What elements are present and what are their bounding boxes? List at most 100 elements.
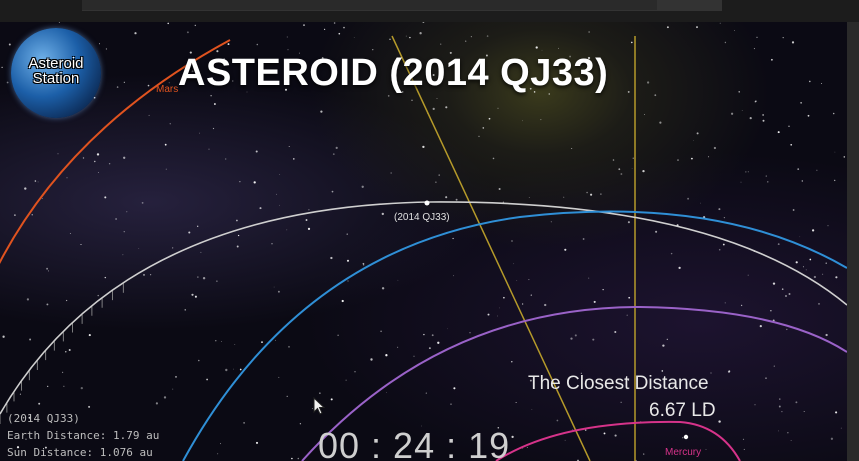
- star: [802, 266, 804, 268]
- star: [643, 453, 645, 455]
- guide-line-diagonal: [391, 35, 591, 461]
- scrollbar[interactable]: [847, 22, 859, 461]
- browser-top-bar: [0, 0, 859, 22]
- star: [642, 169, 645, 173]
- asteroid-label: (2014 QJ33): [394, 212, 450, 223]
- star: [497, 315, 498, 317]
- star: [778, 405, 781, 408]
- top-bar-button[interactable]: [657, 0, 722, 10]
- star: [286, 229, 288, 231]
- star: [221, 340, 222, 342]
- star: [305, 219, 308, 221]
- star: [297, 457, 300, 460]
- star: [792, 209, 795, 211]
- star: [88, 334, 91, 337]
- star: [827, 225, 829, 227]
- star: [208, 148, 210, 150]
- star: [69, 232, 71, 235]
- star: [522, 448, 524, 449]
- star: [256, 43, 259, 46]
- star: [700, 202, 701, 204]
- star: [338, 32, 341, 35]
- star: [743, 448, 745, 450]
- star: [807, 114, 810, 117]
- star: [574, 334, 577, 337]
- star: [276, 193, 278, 195]
- star: [728, 370, 731, 372]
- address-bar[interactable]: [82, 0, 722, 11]
- star: [184, 309, 186, 311]
- star: [164, 143, 167, 146]
- star: [138, 247, 140, 249]
- star: [535, 46, 538, 49]
- star: [345, 379, 347, 381]
- star: [341, 299, 344, 303]
- star: [818, 303, 820, 305]
- star: [602, 289, 604, 291]
- star: [570, 337, 573, 340]
- star: [825, 333, 828, 337]
- page-title: ASTEROID (2014 QJ33): [178, 52, 609, 94]
- star: [777, 243, 780, 246]
- star: [790, 440, 792, 441]
- star: [759, 324, 762, 328]
- star: [515, 402, 517, 404]
- star: [813, 275, 817, 279]
- star: [787, 432, 789, 434]
- star: [522, 120, 523, 122]
- star: [526, 446, 528, 448]
- star: [372, 49, 374, 51]
- star: [654, 94, 657, 97]
- star: [261, 341, 263, 343]
- star: [740, 304, 743, 307]
- star: [544, 303, 547, 307]
- logo-line2: Station: [32, 70, 80, 87]
- star: [808, 80, 811, 83]
- star: [452, 237, 454, 240]
- star: [346, 259, 350, 262]
- star: [278, 376, 280, 378]
- mars-label: Mars: [156, 84, 179, 95]
- mouse-cursor-icon: [313, 397, 326, 415]
- star: [66, 177, 68, 179]
- star: [308, 209, 310, 211]
- star: [470, 36, 472, 38]
- star: [46, 267, 49, 270]
- star: [445, 196, 448, 199]
- star: [96, 153, 100, 156]
- star: [465, 40, 467, 42]
- star: [428, 347, 431, 350]
- star: [423, 333, 425, 336]
- star: [822, 273, 824, 275]
- star: [588, 31, 590, 33]
- star: [550, 221, 552, 223]
- star: [425, 392, 427, 394]
- star: [719, 22, 721, 24]
- star: [593, 300, 596, 303]
- star: [440, 43, 442, 45]
- star: [718, 248, 721, 251]
- star: [97, 294, 99, 297]
- star: [332, 153, 335, 155]
- star: [724, 41, 727, 44]
- star: [362, 262, 365, 265]
- star: [279, 204, 280, 206]
- star: [105, 48, 107, 50]
- star: [771, 58, 773, 61]
- star: [516, 279, 518, 281]
- star: [786, 328, 788, 331]
- star: [488, 117, 491, 120]
- star: [370, 358, 373, 361]
- star: [528, 197, 530, 198]
- star: [693, 140, 694, 141]
- star: [405, 35, 407, 37]
- closest-distance-title: The Closest Distance: [528, 373, 709, 394]
- star: [331, 190, 334, 193]
- star: [413, 355, 415, 357]
- star: [825, 262, 827, 264]
- star: [791, 41, 795, 44]
- star: [411, 99, 413, 101]
- star: [215, 340, 217, 342]
- star: [572, 429, 574, 430]
- star: [530, 294, 532, 296]
